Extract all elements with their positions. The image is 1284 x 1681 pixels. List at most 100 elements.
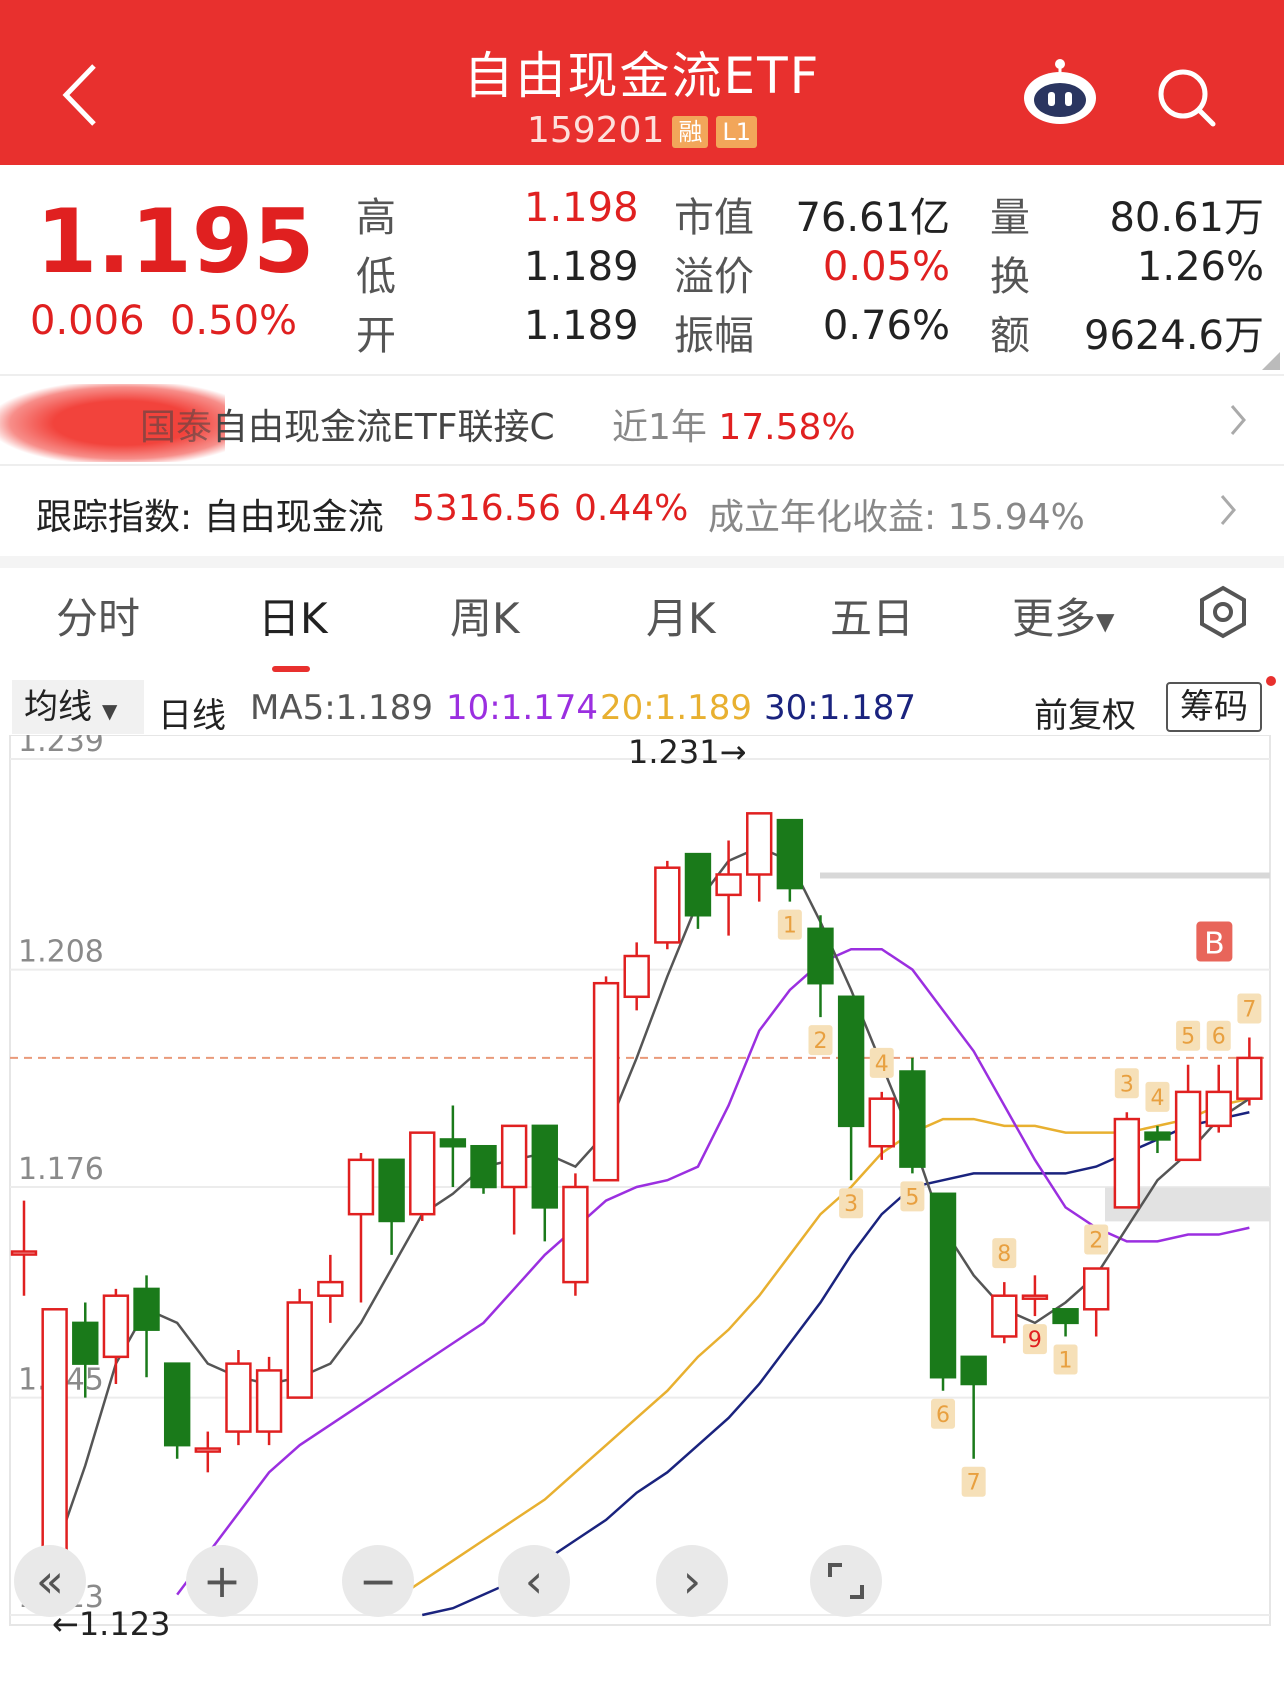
tab-daily-k[interactable]: 日K [258, 585, 328, 646]
scroll-left-button[interactable]: « [14, 1545, 86, 1617]
linked-fund-row[interactable]: 国泰自由现金流ETF联接C 近1年 17.58% [0, 376, 1284, 464]
candle-body [409, 1131, 436, 1216]
zoom-in-button[interactable]: + [186, 1545, 258, 1617]
candle-body [1021, 1294, 1049, 1300]
kline-chart-area[interactable]: 1.2391.2081.1761.1451.113123456789123456… [0, 724, 1284, 1677]
candle-body [317, 1280, 344, 1297]
counter-label: 4 [1150, 1086, 1164, 1111]
counter-label: 8 [997, 1242, 1011, 1267]
counter-label: 2 [813, 1029, 827, 1054]
ma-select-label: 均线 [24, 687, 92, 727]
y-tick-label: 1.208 [18, 935, 104, 970]
counter-label: 5 [1181, 1025, 1195, 1050]
candle-body [1144, 1131, 1171, 1141]
ma-select[interactable]: 均线 ▼ [12, 680, 144, 734]
chevron-right-icon [1220, 495, 1236, 525]
fullscreen-icon [828, 1563, 864, 1599]
tab-more-label: 更多 [1012, 594, 1097, 643]
change-value: 0.006 [30, 298, 145, 344]
y-tick-label: 1.176 [18, 1152, 104, 1187]
low-label: 低 [356, 254, 396, 300]
candle-body [1174, 1090, 1202, 1162]
candle-body [929, 1192, 957, 1379]
candle-body [899, 1070, 926, 1168]
candle-body [378, 1158, 405, 1223]
counter-label: 7 [1242, 998, 1256, 1023]
chip-bar [820, 872, 1270, 879]
candle-body [592, 981, 620, 1182]
open-value: 1.189 [524, 303, 639, 349]
ma10-value: 10:1.174 [446, 688, 599, 728]
adjust-mode[interactable]: 前复权 [1034, 688, 1136, 737]
prev-button[interactable]: ‹ [498, 1545, 570, 1617]
fullscreen-button[interactable] [810, 1545, 882, 1617]
dropdown-triangle-icon: ▼ [1096, 607, 1115, 636]
max-price-label: 1.231→ [628, 735, 746, 771]
zoom-out-button[interactable]: − [342, 1545, 414, 1617]
turnover-label: 换 [990, 254, 1030, 300]
candle-body [1052, 1308, 1079, 1325]
counter-label: 1 [783, 914, 797, 939]
candle-body [960, 1355, 987, 1386]
kline-chart[interactable]: 1.2391.2081.1761.1451.113123456789123456… [0, 724, 1284, 1677]
volume-label: 量 [990, 195, 1030, 241]
counter-label: 2 [1089, 1229, 1103, 1254]
candle-body [868, 1097, 895, 1148]
candle-body [163, 1362, 191, 1447]
counter-label: 9 [1028, 1328, 1042, 1353]
tab-more[interactable]: 更多▼ [1012, 585, 1114, 646]
change-percent: 0.50% [169, 298, 298, 344]
candle-body [225, 1362, 252, 1433]
top-bar: 自由现金流ETF 159201 融 L1 [0, 0, 1284, 165]
search-icon[interactable] [1155, 66, 1219, 130]
y-tick-label: 1.239 [18, 735, 104, 759]
premium-label: 溢价 [674, 254, 754, 300]
tab-monthly-k[interactable]: 月K [646, 585, 716, 646]
candle-body [837, 995, 865, 1128]
counter-label: 7 [967, 1471, 981, 1496]
candle-body [1236, 1056, 1263, 1100]
counter-label: 3 [1120, 1072, 1134, 1097]
candle-body [715, 873, 742, 897]
ma30-value: 30:1.187 [764, 688, 917, 728]
candle-body [41, 1308, 68, 1569]
tracking-index-row[interactable]: 跟踪指数: 自由现金流 5316.56 0.44% 成立年化收益: 15.94% [0, 466, 1284, 554]
index-pct: 0.44% [574, 488, 689, 529]
candle-body [194, 1447, 222, 1453]
counter-label: 1 [1059, 1348, 1073, 1373]
section-gap [0, 556, 1284, 568]
settings-hexagon-icon[interactable] [1196, 585, 1250, 639]
ma20-value: 20:1.189 [600, 688, 753, 728]
mcap-value: 76.61亿 [795, 195, 950, 241]
next-button[interactable]: › [656, 1545, 728, 1617]
active-tab-indicator [272, 666, 310, 672]
candle-body [991, 1294, 1018, 1338]
counter-label: 5 [905, 1185, 919, 1210]
candle-body [746, 812, 773, 876]
price-change: 0.006 0.50% [30, 298, 297, 344]
notification-dot [1266, 676, 1276, 686]
low-value: 1.189 [524, 244, 639, 290]
candle-body [102, 1294, 130, 1359]
turnover-value: 1.26% [1136, 244, 1264, 290]
candle-body [72, 1321, 99, 1365]
candle-body [133, 1287, 160, 1331]
volume-value: 80.61万 [1109, 195, 1264, 241]
margin-badge: 融 [672, 116, 709, 148]
candle-body [623, 954, 650, 999]
dropdown-triangle-icon: ▼ [102, 699, 118, 723]
high-value: 1.198 [524, 185, 639, 231]
chevron-right-icon [1230, 405, 1246, 435]
candle-body [1205, 1090, 1232, 1128]
tab-five-day[interactable]: 五日 [830, 585, 914, 646]
candle-body [439, 1138, 467, 1148]
expand-corner-icon[interactable] [1262, 352, 1280, 370]
counter-label: 6 [936, 1403, 950, 1428]
counter-label: 4 [875, 1052, 889, 1077]
candle-body [347, 1158, 375, 1216]
tab-weekly-k[interactable]: 周K [450, 585, 520, 646]
robot-assistant-icon[interactable] [1020, 58, 1100, 128]
tab-intraday[interactable]: 分时 [56, 585, 140, 646]
chips-button[interactable]: 筹码 [1166, 682, 1262, 732]
mcap-label: 市值 [674, 195, 754, 241]
